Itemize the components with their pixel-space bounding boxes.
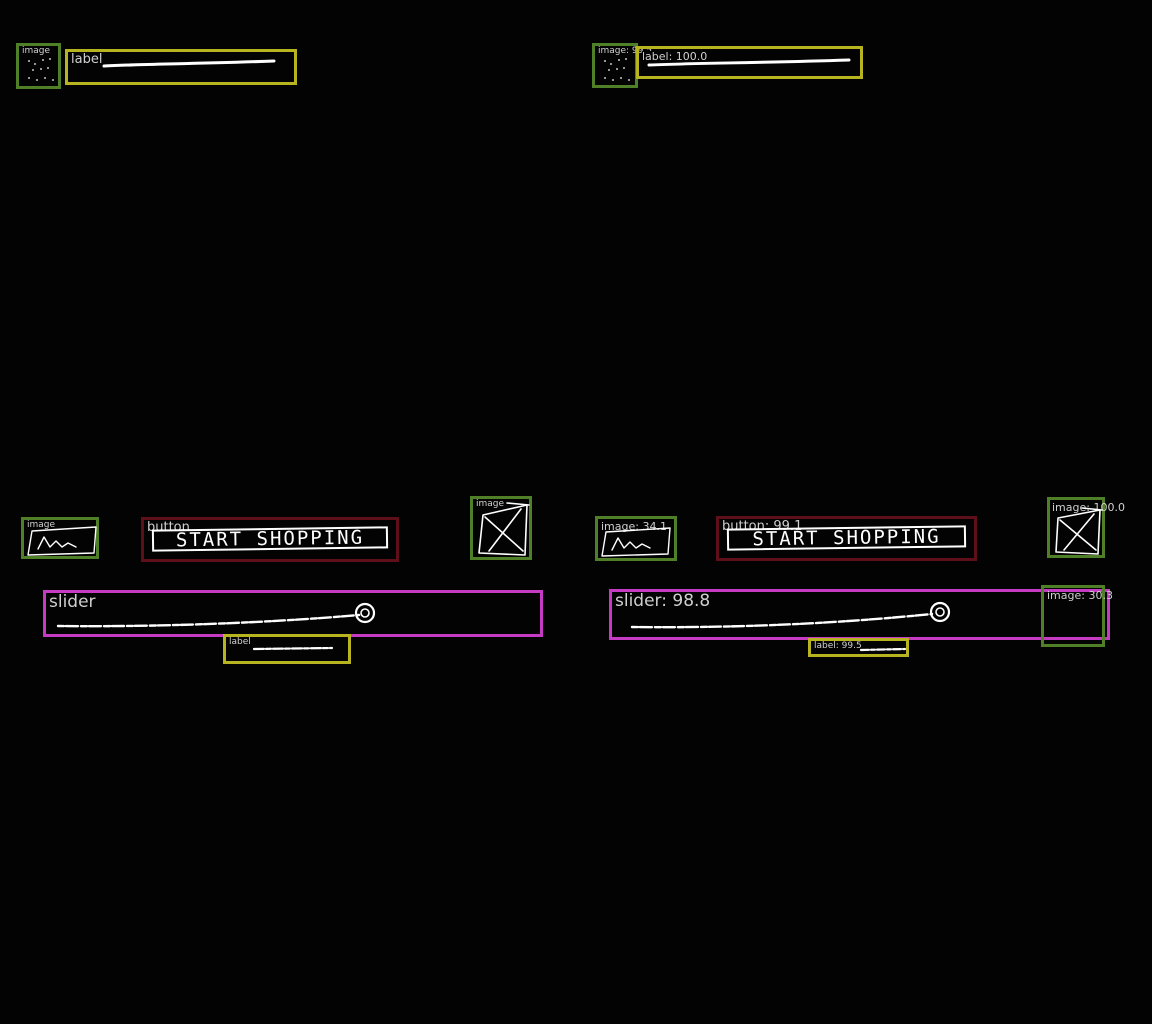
left-top-label-tag: label — [71, 52, 103, 67]
right-slider-image-tag: image: 30.3 — [1047, 589, 1113, 602]
right-cart-image-box: image: 34.1 — [595, 516, 677, 561]
handwritten-stroke — [647, 58, 851, 67]
left-top-image-tag: image — [22, 46, 51, 56]
crossed-box-icon — [1055, 507, 1103, 555]
right-button-label: START SHOPPING — [726, 525, 967, 551]
slider-thumb[interactable] — [352, 601, 380, 627]
dotted-sketch-icon — [28, 58, 54, 81]
left-bottom-label-box: label — [223, 634, 351, 664]
right-top-image-box: image: 99.5 — [592, 43, 652, 88]
left-start-shopping-button[interactable]: button START SHOPPING — [141, 517, 399, 562]
right-slider-image-box: image: 30.3 — [1041, 585, 1113, 647]
slider-thumb[interactable] — [927, 600, 955, 626]
left-bottom-label-tag: label — [229, 637, 251, 647]
slider-track — [56, 613, 361, 628]
crossed-box-icon — [478, 502, 530, 556]
right-slider[interactable]: slider: 98.8 — [609, 589, 1110, 640]
left-cart-image-box: image — [21, 517, 99, 559]
handwritten-stroke — [859, 647, 907, 652]
handwritten-stroke — [252, 646, 334, 651]
right-start-shopping-button[interactable]: button: 99.1 START SHOPPING — [716, 516, 977, 561]
left-button-label: START SHOPPING — [151, 526, 389, 552]
slider-track — [630, 612, 934, 629]
scribble-box-icon — [27, 526, 97, 556]
right-x-image-box: image: 100.0 — [1047, 497, 1125, 558]
left-top-label-box: label — [65, 49, 297, 85]
dotted-sketch-icon — [604, 58, 630, 81]
scribble-box-icon — [601, 527, 671, 557]
left-slider[interactable]: slider — [43, 590, 543, 637]
left-top-image-box: image — [16, 43, 61, 89]
right-bottom-label-tag: label: 99.5 — [814, 641, 862, 651]
left-x-image-box: image — [470, 496, 532, 560]
handwritten-stroke — [102, 59, 276, 68]
right-top-label-box: label: 100.0 — [636, 46, 863, 79]
right-bottom-label-box: label: 99.5 — [808, 638, 909, 657]
